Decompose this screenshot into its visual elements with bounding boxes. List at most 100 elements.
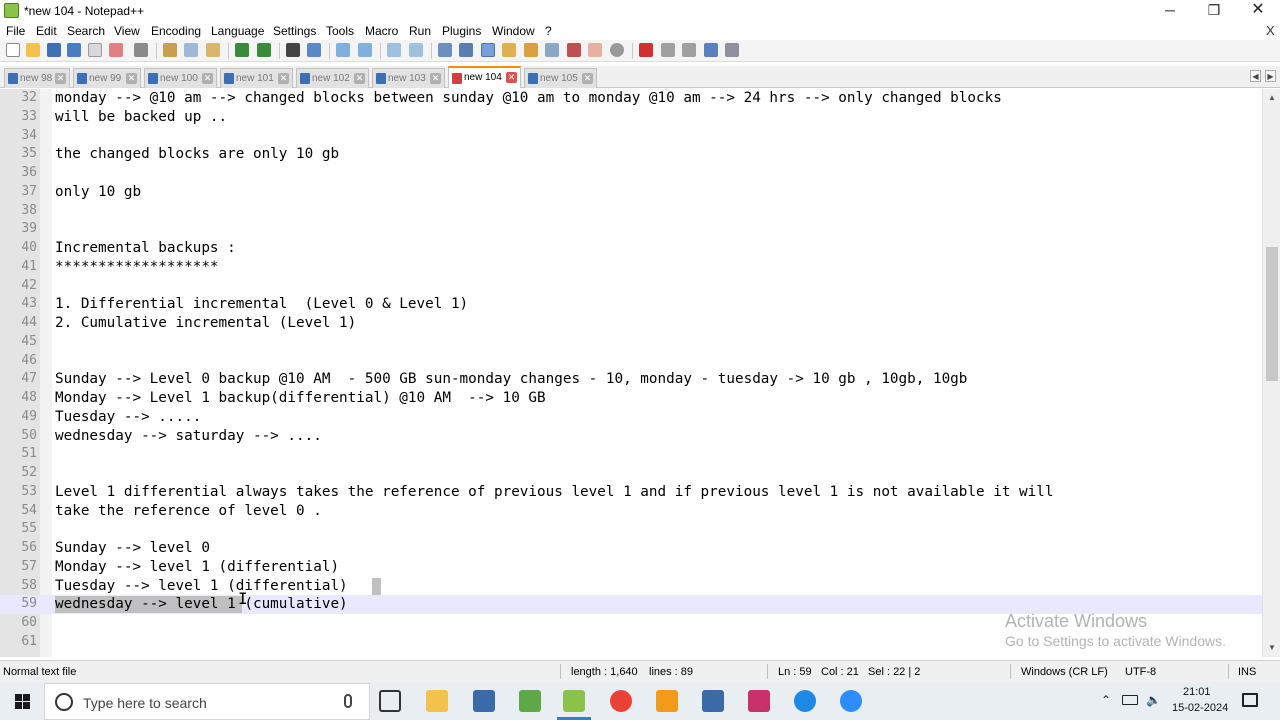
app-orange-icon[interactable]	[656, 690, 678, 712]
cut-icon[interactable]	[163, 43, 177, 57]
menu-encoding[interactable]: Encoding	[151, 24, 201, 38]
copy-icon[interactable]	[184, 43, 198, 57]
indent-guide-icon[interactable]	[481, 43, 495, 57]
editor-line[interactable]: 54 take the reference of level 0 .	[0, 502, 1262, 521]
tab-new-99[interactable]: new 99 ✕	[73, 68, 141, 88]
close-button[interactable]: ✕	[1236, 0, 1280, 22]
save-all-icon[interactable]	[67, 43, 81, 57]
editor-line[interactable]: 33 will be backed up ..	[0, 108, 1262, 127]
save-macro-icon[interactable]	[725, 43, 739, 57]
show-all-characters-icon[interactable]	[459, 43, 473, 57]
replace-icon[interactable]	[307, 43, 321, 57]
menu-file[interactable]: File	[6, 24, 25, 38]
tab-scroll-left-icon[interactable]: ◀	[1250, 70, 1261, 82]
editor-line[interactable]: 38	[0, 202, 1262, 221]
record-macro-icon[interactable]	[639, 43, 653, 57]
editor-line[interactable]: 57 Monday --> level 1 (differential)	[0, 558, 1262, 577]
editor-line[interactable]: 35 the changed blocks are only 10 gb	[0, 145, 1262, 164]
close-all-icon[interactable]	[109, 43, 123, 57]
start-button[interactable]	[0, 682, 44, 720]
editor-line[interactable]: 53 Level 1 differential always takes the …	[0, 483, 1262, 502]
menu-run[interactable]: Run	[409, 24, 431, 38]
status-encoding[interactable]: UTF-8	[1125, 666, 1156, 678]
tab-close-icon[interactable]: ✕	[430, 73, 441, 84]
editor-line[interactable]: 40 Incremental backups :	[0, 239, 1262, 258]
open-file-icon[interactable]	[26, 43, 40, 57]
editor-line[interactable]: 46	[0, 352, 1262, 371]
word-wrap-icon[interactable]	[438, 43, 452, 57]
tab-scroll-right-icon[interactable]: ▶	[1265, 70, 1276, 82]
tab-close-icon[interactable]: ✕	[126, 73, 137, 84]
visual-studio-code-icon[interactable]	[748, 690, 770, 712]
speaker-icon[interactable]: 🔈	[1146, 693, 1161, 707]
editor-line[interactable]: 39	[0, 220, 1262, 239]
restore-button[interactable]: ❐	[1192, 0, 1236, 22]
menu-search[interactable]: Search	[67, 24, 105, 38]
taskbar-search-input[interactable]: Type here to search	[44, 683, 370, 720]
undo-icon[interactable]	[235, 43, 249, 57]
tab-new-100[interactable]: new 100 ✕	[144, 68, 217, 88]
panel-icon[interactable]	[610, 43, 624, 57]
network-tool-icon[interactable]	[473, 690, 495, 712]
editor-area[interactable]: 32 monday --> @10 am --> changed blocks b…	[0, 89, 1280, 657]
editor-line[interactable]: 55	[0, 520, 1262, 539]
close-document-button[interactable]: X	[1266, 23, 1275, 38]
new-file-icon[interactable]	[6, 43, 20, 57]
microphone-icon[interactable]	[344, 694, 352, 708]
folder-as-workspace-icon[interactable]	[567, 43, 581, 57]
chevron-up-icon[interactable]: ⌃	[1101, 693, 1111, 707]
tab-new-101[interactable]: new 101 ✕	[220, 68, 293, 88]
tab-close-icon[interactable]: ✕	[202, 73, 213, 84]
zoom-icon[interactable]	[840, 690, 862, 712]
editor-line[interactable]: 49 Tuesday --> .....	[0, 408, 1262, 427]
menu-view[interactable]: View	[114, 24, 140, 38]
redo-icon[interactable]	[257, 43, 271, 57]
function-list-icon[interactable]	[545, 43, 559, 57]
menu-macro[interactable]: Macro	[365, 24, 398, 38]
editor-line[interactable]: 41 *******************	[0, 258, 1262, 277]
tab-new-102[interactable]: new 102 ✕	[296, 68, 369, 88]
editor-line[interactable]: 32 monday --> @10 am --> changed blocks b…	[0, 89, 1262, 108]
status-eol[interactable]: Windows (CR LF)	[1021, 666, 1108, 678]
notepad-plus-plus-taskbar-icon[interactable]	[563, 690, 585, 712]
print-icon[interactable]	[134, 43, 148, 57]
battery-icon[interactable]	[1122, 695, 1138, 705]
scrollbar-thumb[interactable]	[1266, 247, 1278, 381]
network-tool-2-icon[interactable]	[702, 690, 724, 712]
sync-vertical-icon[interactable]	[387, 43, 401, 57]
menu-tools[interactable]: Tools	[326, 24, 354, 38]
tab-close-icon[interactable]: ✕	[354, 73, 365, 84]
chrome-icon[interactable]	[610, 690, 632, 712]
menu-edit[interactable]: Edit	[36, 24, 57, 38]
paste-icon[interactable]	[206, 43, 220, 57]
tab-new-103[interactable]: new 103 ✕	[372, 68, 445, 88]
scroll-up-icon[interactable]: ▲	[1265, 91, 1279, 105]
menu-window[interactable]: Window	[492, 24, 535, 38]
tab-close-icon[interactable]: ✕	[506, 72, 517, 83]
zoom-in-icon[interactable]	[336, 43, 350, 57]
editor-line[interactable]: 36	[0, 164, 1262, 183]
play-macro-icon[interactable]	[682, 43, 696, 57]
notification-icon[interactable]	[1242, 693, 1258, 707]
vertical-scrollbar[interactable]: ▲ ▼	[1262, 89, 1280, 657]
editor-line[interactable]: 43 1. Differential incremental (Level 0 &…	[0, 295, 1262, 314]
menu-help[interactable]: ?	[545, 24, 552, 38]
editor-line[interactable]: 42	[0, 277, 1262, 296]
tab-close-icon[interactable]: ✕	[582, 73, 593, 84]
minimize-button[interactable]: ─	[1148, 0, 1192, 22]
editor-line[interactable]: 44 2. Cumulative incremental (Level 1)	[0, 314, 1262, 333]
close-file-icon[interactable]	[88, 43, 102, 57]
monitoring-icon[interactable]	[588, 43, 602, 57]
clock-time[interactable]: 21:01	[1183, 686, 1211, 698]
editor-line[interactable]: 34	[0, 127, 1262, 146]
file-transfer-icon[interactable]	[519, 690, 541, 712]
scroll-down-icon[interactable]: ▼	[1265, 641, 1279, 655]
menu-plugins[interactable]: Plugins	[442, 24, 481, 38]
user-language-icon[interactable]	[502, 43, 516, 57]
stop-macro-icon[interactable]	[661, 43, 675, 57]
run-macro-multiple-icon[interactable]	[704, 43, 718, 57]
find-icon[interactable]	[286, 43, 300, 57]
document-map-icon[interactable]	[524, 43, 538, 57]
editor-line[interactable]: 52	[0, 464, 1262, 483]
editor-line[interactable]: 47 Sunday --> Level 0 backup @10 AM - 500…	[0, 370, 1262, 389]
